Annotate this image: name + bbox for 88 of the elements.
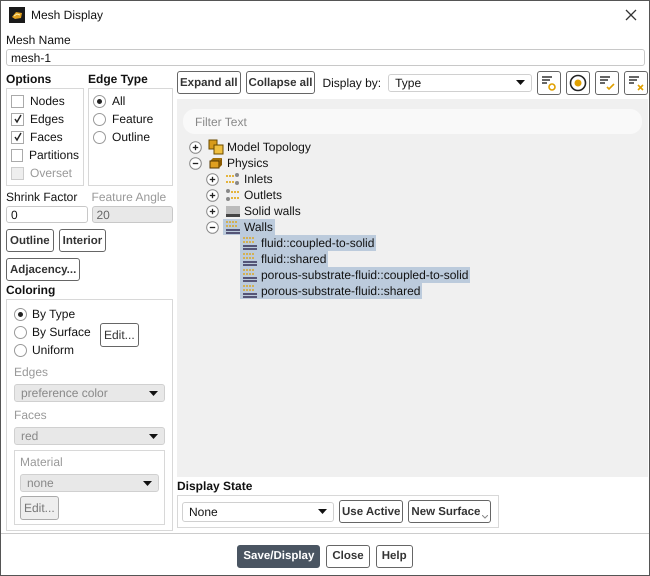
caret-icon: [482, 514, 488, 518]
field-label: Shrink Factor: [6, 190, 78, 204]
field-label: Mesh Name: [6, 33, 72, 47]
mesh-name-field[interactable]: mesh-1: [6, 49, 645, 66]
section-title: Options: [6, 72, 52, 86]
radio-option[interactable]: By Surface: [14, 323, 94, 341]
caret-icon: [149, 390, 158, 396]
caret-icon: [318, 509, 327, 514]
tree-item[interactable]: fluid::coupled-to-solid: [240, 235, 376, 251]
checkbox-option[interactable]: Faces: [11, 128, 79, 146]
checkbox[interactable]: [11, 94, 24, 108]
toolbar-button[interactable]: [595, 70, 620, 94]
adjacency-button[interactable]: Adjacency...: [6, 258, 80, 281]
radio-button[interactable]: [14, 326, 27, 338]
edit-button[interactable]: Edit...: [100, 323, 139, 347]
radio-button[interactable]: [93, 130, 106, 144]
box-icon: [208, 155, 224, 171]
radio-button[interactable]: [14, 308, 27, 320]
wall-icon: [225, 203, 241, 219]
radio-button[interactable]: [14, 344, 27, 356]
radio-button[interactable]: [93, 94, 106, 108]
footer-button[interactable]: Save/Display: [237, 544, 320, 568]
display-by-dropdown[interactable]: Type: [388, 74, 532, 92]
interior-button[interactable]: Interior: [58, 229, 106, 252]
close-icon[interactable]: [625, 9, 637, 21]
caret-icon: [149, 434, 158, 438]
display-state-dropdown[interactable]: None: [182, 502, 334, 522]
tree-item[interactable]: Inlets: [223, 171, 275, 187]
target-icon: [569, 74, 588, 92]
tree-item[interactable]: porous-substrate-fluid::coupled-to-solid: [240, 267, 470, 283]
checkbox-option[interactable]: Partitions: [11, 146, 79, 164]
tree-item[interactable]: Solid walls: [223, 203, 303, 219]
shrink-factor-field[interactable]: 0: [6, 206, 88, 223]
list-check-icon: [599, 74, 616, 90]
expander-icon[interactable]: [189, 140, 202, 154]
app-icon: [9, 7, 25, 23]
checkbox-option[interactable]: Edges: [11, 110, 79, 128]
expander-icon[interactable]: [189, 156, 202, 170]
filter-field[interactable]: Filter Text: [183, 109, 642, 134]
wall-icon: [242, 235, 258, 251]
radio-option[interactable]: All: [93, 92, 168, 110]
toolbar-button[interactable]: [537, 70, 562, 94]
section-title: Coloring: [6, 283, 56, 297]
tree-item[interactable]: fluid::shared: [240, 251, 328, 267]
caret-icon: [143, 480, 152, 486]
expander-icon[interactable]: [206, 172, 219, 186]
expander-icon[interactable]: [206, 220, 219, 234]
display-by-label: Display by:: [322, 76, 382, 90]
use-active-button[interactable]: Use Active: [339, 500, 404, 523]
footer-button[interactable]: Close: [326, 544, 370, 568]
section-title: Display State: [177, 479, 254, 493]
cubes-icon: [208, 139, 224, 155]
footer-button[interactable]: Help: [376, 544, 413, 568]
checkbox[interactable]: [11, 112, 24, 126]
expander-icon[interactable]: [206, 188, 219, 202]
tree-item[interactable]: Model Topology: [206, 139, 313, 155]
checkbox[interactable]: [11, 130, 24, 144]
radio-option[interactable]: By Type: [14, 305, 94, 323]
field-label: Feature Angle: [92, 190, 168, 204]
wall-icon: [242, 283, 258, 299]
collapse-all-button[interactable]: Collapse all: [246, 71, 316, 94]
checkbox[interactable]: [11, 148, 23, 162]
new-surface-button[interactable]: New Surface: [408, 500, 492, 523]
list-cross-icon: [628, 74, 644, 90]
field-label: Edges: [14, 365, 50, 379]
tree-item[interactable]: Outlets: [223, 187, 284, 203]
field-label: Material: [20, 455, 64, 469]
expander-icon[interactable]: [206, 204, 219, 218]
tree-item[interactable]: Physics: [206, 155, 270, 171]
checkbox-option[interactable]: Nodes: [11, 92, 79, 110]
tree-item[interactable]: porous-substrate-fluid::shared: [240, 283, 422, 299]
wall-icon: [242, 251, 258, 267]
radio-button[interactable]: [93, 112, 106, 126]
wall-icon: [242, 267, 258, 283]
expand-all-button[interactable]: Expand all: [177, 71, 241, 94]
list-circle-icon: [541, 74, 558, 90]
toolbar-button[interactable]: [624, 70, 648, 94]
caret-icon: [516, 80, 526, 85]
tree-item[interactable]: Walls: [223, 219, 275, 235]
radio-option[interactable]: Feature: [93, 110, 168, 128]
radio-option[interactable]: Outline: [93, 128, 168, 146]
field-label: Faces: [14, 408, 48, 422]
section-title: Edge Type: [88, 72, 149, 86]
wall-icon: [225, 219, 241, 235]
window-title: Mesh Display: [31, 8, 104, 22]
toolbar-button[interactable]: [566, 70, 590, 94]
outline-button[interactable]: Outline: [6, 229, 54, 252]
radio-option[interactable]: Uniform: [14, 341, 94, 359]
